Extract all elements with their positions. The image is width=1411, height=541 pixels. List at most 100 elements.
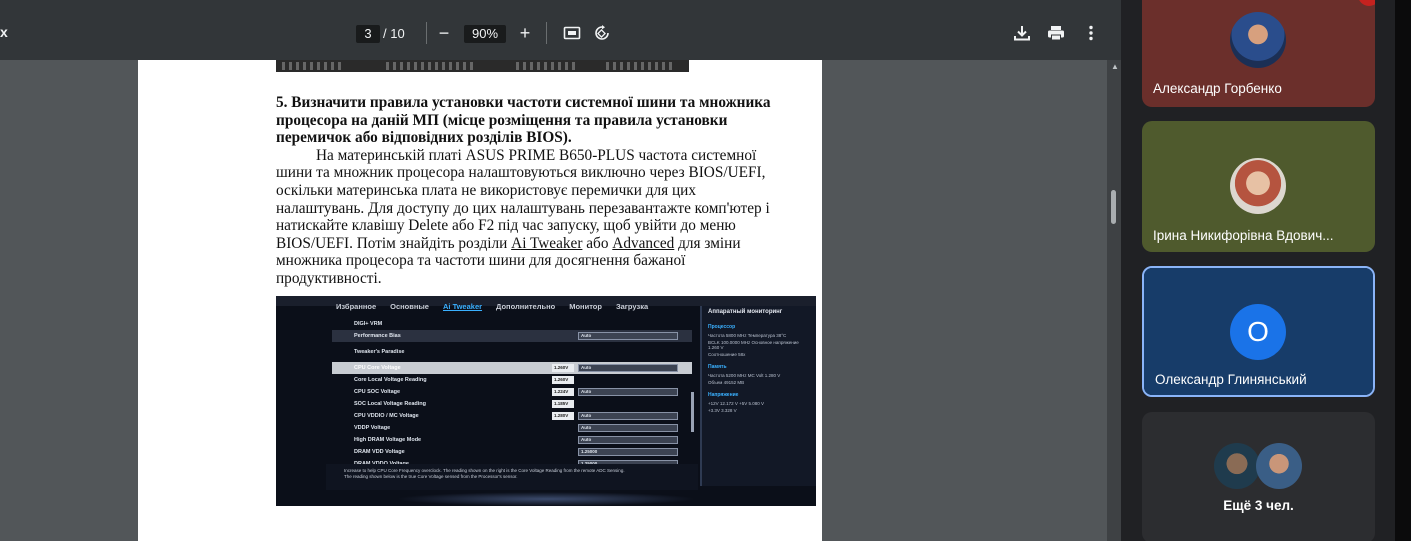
participant-tile[interactable]: Ірина Никифорівна Вдович... — [1142, 121, 1375, 252]
bios-setting-dropdown: Auto — [578, 388, 678, 396]
participant-name: Олександр Глинянський — [1155, 372, 1307, 387]
bios-screenshot-photo: Избранное Основные Ai Tweaker Дополнител… — [276, 296, 816, 506]
bios-setting-dropdown: 1.25000 — [578, 448, 678, 456]
bios-monitor-line: +12V 12.172 V +5V 5.080 V — [708, 401, 765, 406]
bios-setting-row: Performance Bias Auto — [332, 330, 692, 342]
bios-setting-row: VDDP Voltage Auto — [332, 422, 692, 434]
bios-setting-label: CPU VDDIO / MC Voltage — [354, 413, 419, 419]
section-heading: 5. Визначити правила установки частоти с… — [276, 94, 771, 147]
previous-page-image — [276, 60, 689, 72]
bios-setting-row: CPU SOC Voltage 1.224V Auto — [332, 386, 692, 398]
toolbar-divider — [546, 22, 547, 44]
section-paragraph: На материнській платі ASUS PRIME B650-PL… — [276, 147, 776, 288]
rotate-icon[interactable] — [593, 24, 611, 47]
bios-setting-row: SOC Local Voltage Reading 1.185V — [332, 398, 692, 410]
bios-setting-label: VDDP Voltage — [354, 425, 391, 431]
fit-page-icon[interactable] — [563, 25, 581, 46]
toolbar-divider — [426, 22, 427, 44]
document-text: 5. Визначити правила установки частоти с… — [276, 94, 776, 288]
bios-setting-label: DIGI+ VRM — [354, 321, 383, 327]
zoom-level-input[interactable]: 90% — [464, 25, 506, 43]
bios-settings-list: DIGI+ VRM Performance Bias Auto Tweaker's P… — [332, 318, 692, 468]
bios-setting-label: CPU Core Voltage — [354, 365, 401, 371]
page-total: / 10 — [383, 26, 405, 41]
pdf-viewer: x 3 / 10 − 90% + 5. Визначити правила ус… — [0, 0, 1121, 541]
bios-setting-reading: 1.224V — [552, 388, 574, 396]
bios-monitor-section-title: Процессор — [708, 324, 736, 330]
bios-tab: Загрузка — [615, 302, 649, 311]
bios-help-line: The reading shown below is the true Core… — [344, 474, 518, 479]
bios-setting-label: SOC Local Voltage Reading — [354, 401, 427, 407]
more-vert-icon[interactable] — [1085, 24, 1097, 47]
bios-setting-label: CPU SOC Voltage — [354, 389, 401, 395]
bios-tab: Дополнительно — [496, 302, 556, 311]
zoom-in-button[interactable]: + — [517, 23, 533, 43]
participants-panel: Александр Горбенко Ірина Никифорівна Вдо… — [1121, 0, 1411, 541]
bios-setting-row: High DRAM Voltage Mode Auto — [332, 434, 692, 446]
bios-setting-row: DIGI+ VRM — [332, 318, 692, 330]
bios-setting-row: CPU VDDIO / MC Voltage 1.280V Auto — [332, 410, 692, 422]
bios-setting-dropdown: Auto — [578, 332, 678, 340]
participant-avatar — [1230, 12, 1286, 68]
participant-tile-active-speaker[interactable]: О Олександр Глинянський — [1142, 266, 1375, 397]
bios-tab: Основные — [390, 302, 429, 311]
bios-setting-reading: 1.260V — [552, 376, 574, 384]
bios-tabs: Избранное Основные Ai Tweaker Дополнител… — [336, 302, 648, 311]
advanced-reference: Advanced — [612, 234, 675, 252]
bios-setting-reading: 1.185V — [552, 400, 574, 408]
bios-monitor-line: BCLK 100.0000 MHz Основное напряжение 1.… — [708, 340, 799, 350]
bios-monitor-glow — [396, 492, 696, 506]
bios-setting-row: DRAM VDD Voltage 1.25000 — [332, 446, 692, 458]
bios-setting-row: Core Local Voltage Reading 1.260V — [332, 374, 692, 386]
bios-setting-label: High DRAM Voltage Mode — [354, 437, 422, 443]
download-icon[interactable] — [1012, 23, 1032, 48]
participant-name: Александр Горбенко — [1153, 81, 1282, 96]
bios-monitor-section-title: Напряжение — [708, 392, 739, 398]
bios-setting-reading: 1.280V — [552, 412, 574, 420]
bios-side-title: Аппаратный мониторинг — [708, 309, 783, 315]
more-participants-label: Ещё 3 чел. — [1223, 498, 1294, 513]
participant-initial-avatar: О — [1230, 304, 1286, 360]
bios-monitor-line: Частота 5200 MHz MC Volt 1.280 V — [708, 373, 781, 378]
bios-scrollbar — [691, 392, 694, 432]
bios-tab-active: Ai Tweaker — [442, 302, 483, 311]
participant-tile[interactable]: Александр Горбенко — [1142, 0, 1375, 107]
bios-setting-dropdown: Auto — [578, 412, 678, 420]
bios-setting-dropdown: Auto — [578, 436, 678, 444]
page-number-input[interactable]: 3 — [356, 25, 380, 43]
zoom-out-button[interactable]: − — [436, 23, 452, 43]
more-participants-tile[interactable]: Ещё 3 чел. — [1142, 412, 1375, 541]
scroll-up-arrow-icon[interactable]: ▲ — [1111, 62, 1119, 71]
bios-setting-dropdown: Auto — [578, 424, 678, 432]
bios-setting-label: Tweaker's Paradise — [354, 349, 405, 355]
bios-monitor-line: Частота 5800 MHz Температура 38°C — [708, 333, 787, 338]
participant-avatar — [1230, 158, 1286, 214]
file-name: x — [0, 24, 8, 40]
participant-name: Ірина Никифорівна Вдович... — [1153, 228, 1334, 243]
bios-setting-row: CPU Core Voltage 1.260V Auto — [332, 362, 692, 374]
bios-monitor-section-title: Память — [708, 364, 727, 370]
bios-monitor-line: Соотношение 58x — [708, 352, 746, 357]
pdf-scrollbar[interactable] — [1107, 60, 1121, 541]
bios-tab: Монитор — [569, 302, 602, 311]
bios-monitor-line: Объем 49152 MB — [708, 380, 745, 385]
ai-tweaker-reference: Ai Tweaker — [511, 234, 583, 252]
participant-avatar — [1256, 443, 1302, 489]
pdf-page: 5. Визначити правила установки частоти с… — [138, 60, 822, 541]
bios-help-text: Increase to help CPU Core Frequency over… — [326, 464, 698, 490]
participant-avatar — [1214, 443, 1260, 489]
bios-setting-label: Core Local Voltage Reading — [354, 377, 427, 383]
window-edge — [1395, 0, 1411, 541]
bios-setting-row: Tweaker's Paradise — [332, 346, 692, 358]
print-icon[interactable] — [1046, 23, 1066, 48]
bios-setting-reading: 1.260V — [552, 364, 574, 372]
pdf-toolbar: x 3 / 10 − 90% + — [0, 0, 1121, 60]
bios-tab: Избранное — [336, 302, 377, 311]
bios-setting-dropdown: Auto — [578, 364, 678, 372]
bios-hardware-monitor: Аппаратный мониторинг Процессор Частота 5… — [700, 306, 816, 486]
bios-setting-label: Performance Bias — [354, 333, 401, 339]
paragraph-text: або — [582, 234, 613, 252]
bios-monitor-line: +3.3V 3.328 V — [708, 408, 737, 413]
bios-setting-label: DRAM VDD Voltage — [354, 449, 405, 455]
scrollbar-thumb[interactable] — [1111, 190, 1116, 224]
